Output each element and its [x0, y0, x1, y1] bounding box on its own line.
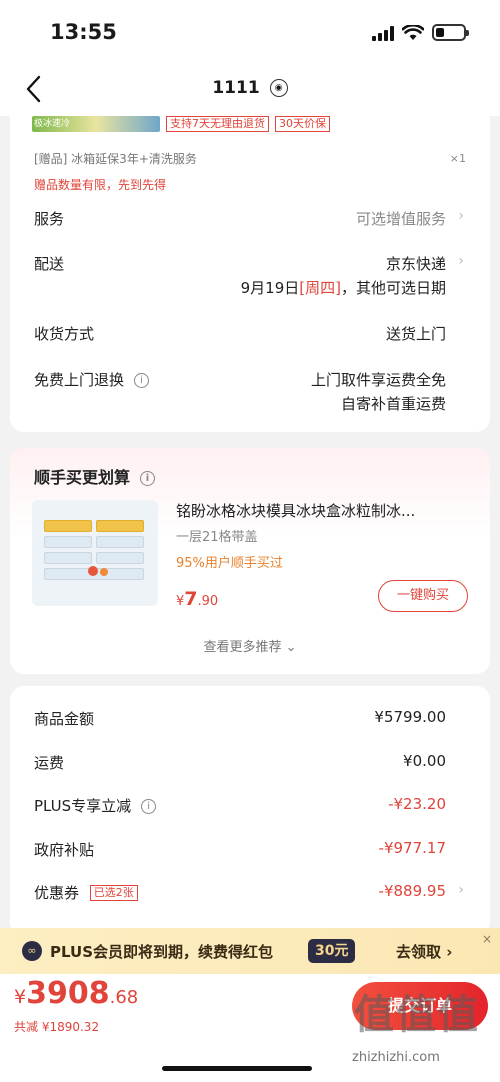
chevron-right-icon[interactable]: ›: [458, 253, 464, 269]
see-more-link[interactable]: 查看更多推荐 ⌄: [10, 636, 490, 655]
coupon-tag: 已选2张: [89, 885, 138, 901]
subsidy-label: 政府补贴: [34, 841, 95, 859]
coupon-label: 优惠券: [34, 884, 80, 902]
page-title: 1111: [212, 78, 260, 98]
recommend-spec: 一层21格带盖: [176, 530, 258, 545]
nav-title-wrap: 1111 ◉: [0, 78, 500, 98]
watermark-logo: 值值值: [354, 992, 480, 1038]
battery-icon: [432, 24, 469, 41]
info-icon[interactable]: i: [140, 471, 156, 486]
plus-discount-label-wrap: PLUS专享立减 i: [34, 795, 157, 816]
shipping-value: ¥0.00: [403, 752, 446, 770]
gift-qty: ×1: [449, 152, 466, 165]
one-click-buy-button[interactable]: 一键购买: [378, 580, 468, 612]
chevron-right-icon[interactable]: ›: [458, 882, 464, 898]
recommend-title: 顺手买更划算: [34, 468, 131, 487]
delivery-weekday: [周四]: [299, 279, 341, 297]
delivery-date-line[interactable]: 9月19日[周四]，其他可选日期: [241, 277, 446, 298]
signal-icon: [372, 25, 394, 41]
total-price: ¥3908.68: [14, 976, 139, 1011]
info-icon[interactable]: i: [141, 799, 157, 814]
plus-renew-banner[interactable]: ∞ PLUS会员即将到期，续费得红包 30元 去领取 › ×: [0, 928, 500, 974]
return-service-label-wrap: 免费上门退换 i: [34, 369, 150, 390]
delivery-carrier[interactable]: 京东快递: [386, 253, 446, 274]
nav-bar: 1111 ◉: [0, 62, 500, 116]
gift-note: 赠品数量有限，先到先得: [34, 178, 167, 192]
subsidy-value: -¥977.17: [378, 839, 446, 857]
plus-badge: 30元: [308, 939, 356, 963]
product-thumbnail[interactable]: [32, 500, 158, 606]
recommend-card: 顺手买更划算 i 铭盼冰格冰块模具冰块盒冰粒制冰... 一层21格带盖 95%用户…: [10, 448, 490, 674]
amount-card: 商品金额 ¥5799.00 运费 ¥0.00 PLUS专享立减 i -¥23.20…: [10, 686, 490, 936]
goods-amount-label: 商品金额: [34, 710, 95, 728]
wifi-icon: [402, 24, 424, 40]
recommend-buyers: 95%用户顺手买过: [176, 556, 283, 571]
shipping-label: 运费: [34, 754, 65, 772]
goods-amount-value: ¥5799.00: [374, 708, 446, 726]
delivery-date: 9月19日: [240, 279, 300, 297]
plus-claim-button[interactable]: 去领取 ›: [396, 941, 452, 962]
service-value[interactable]: 可选增值服务: [356, 208, 446, 229]
recommend-price: ¥7.90: [176, 588, 219, 610]
service-label: 服务: [34, 210, 65, 228]
close-icon[interactable]: ×: [482, 932, 492, 946]
recommend-title-wrap: 顺手买更划算 i: [34, 464, 156, 488]
info-icon[interactable]: i: [134, 373, 150, 388]
home-indicator[interactable]: [162, 1066, 312, 1071]
watermark-url: zhizhizhi.com: [352, 1050, 440, 1065]
gift-text: [赠品] 冰箱延保3年+清洗服务: [34, 152, 197, 166]
product-tags: 极冰速冷 支持7天无理由退货 30天价保: [32, 116, 330, 132]
return-tag: 支持7天无理由退货: [166, 116, 269, 132]
total-saved: 共减 ¥1890.32: [14, 1020, 100, 1034]
delivery-other: ，其他可选日期: [340, 279, 446, 297]
return-service-line2: 自寄补首重运费: [340, 395, 446, 413]
plus-discount-value: -¥23.20: [388, 795, 446, 813]
plus-icon: ∞: [22, 941, 42, 961]
return-service-line1: 上门取件享运费全免: [310, 371, 446, 389]
return-service-label: 免费上门退换: [34, 371, 125, 389]
chevron-right-icon[interactable]: ›: [458, 208, 464, 224]
plus-discount-label: PLUS专享立减: [34, 797, 132, 815]
delivery-label: 配送: [34, 255, 65, 273]
coupon-label-wrap[interactable]: 优惠券 已选2张: [34, 882, 138, 903]
promo-image: 极冰速冷: [32, 116, 160, 132]
recommend-product-name[interactable]: 铭盼冰格冰块模具冰块盒冰粒制冰...: [176, 500, 474, 521]
order-info-card: 极冰速冷 支持7天无理由退货 30天价保 [赠品] 冰箱延保3年+清洗服务 ×1…: [10, 110, 490, 432]
receive-label: 收货方式: [34, 325, 95, 343]
location-icon[interactable]: ◉: [269, 79, 288, 97]
status-icons: [372, 24, 469, 41]
plus-banner-text: PLUS会员即将到期，续费得红包: [50, 943, 274, 961]
status-bar: 13:55: [0, 0, 500, 62]
status-time: 13:55: [50, 20, 117, 44]
bottom-bar: ¥3908.68 共减 ¥1890.32 提交订单 值值值 zhizhizhi.…: [0, 974, 500, 1082]
watermark: 值值值 zhizhizhi.com: [348, 976, 496, 1076]
receive-value: 送货上门: [385, 325, 446, 343]
chevron-down-icon: ⌄: [285, 640, 297, 655]
price-protect-tag: 30天价保: [275, 116, 330, 132]
coupon-value[interactable]: -¥889.95: [379, 882, 446, 900]
